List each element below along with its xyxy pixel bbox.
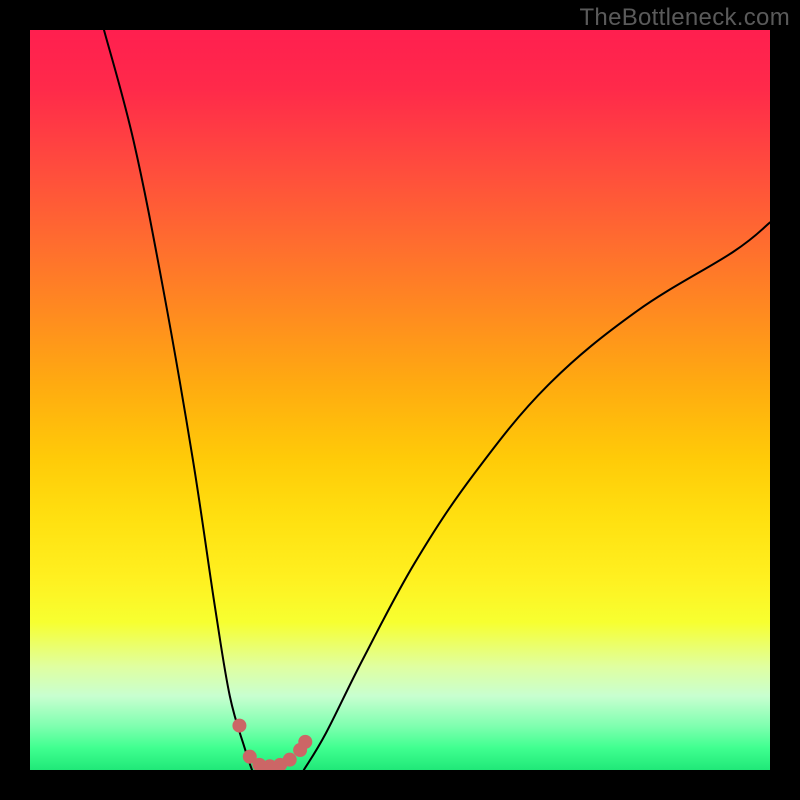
chart-root: TheBottleneck.com (0, 0, 800, 800)
curve-right-branch (304, 222, 770, 770)
curve-left-branch (104, 30, 252, 770)
watermark-text: TheBottleneck.com (579, 4, 790, 32)
highlight-dot (298, 735, 312, 749)
curve-layer (30, 30, 770, 770)
highlight-dot (232, 719, 246, 733)
plot-area (30, 30, 770, 770)
highlight-dot (283, 753, 297, 767)
